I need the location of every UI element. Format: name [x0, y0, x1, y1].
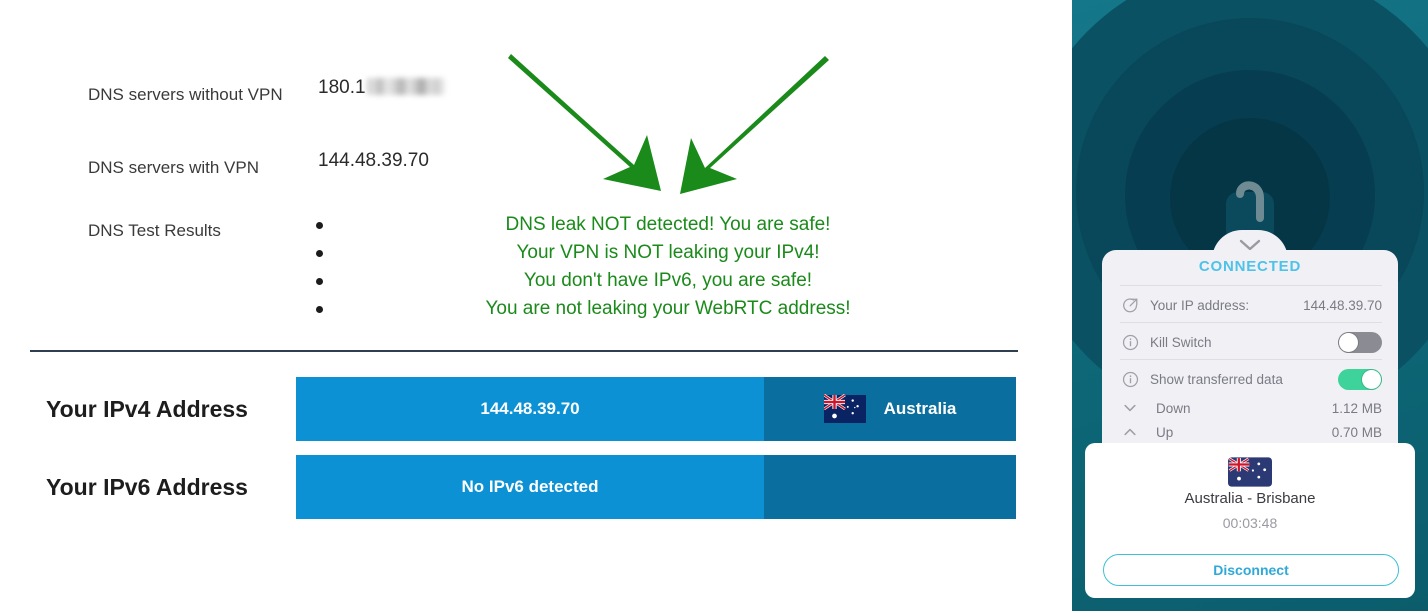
ipv6-address-bar: No IPv6 detected [296, 455, 1016, 519]
external-link-icon [1120, 295, 1140, 315]
server-location-label: Australia - Brisbane [1184, 490, 1316, 507]
card-separator [1120, 285, 1382, 286]
result-line-dns-leak: DNS leak NOT detected! You are safe! [505, 214, 831, 235]
ipv4-address-bar: 144.48.39.70 Australia [296, 377, 1016, 441]
disconnect-button[interactable]: Disconnect [1103, 554, 1399, 586]
redacted-ip-blur [366, 78, 445, 95]
dns-leak-test-results: DNS servers without VPN DNS servers with… [0, 0, 1072, 611]
kill-switch-label: Kill Switch [1150, 334, 1212, 350]
your-ip-address-value: 144.48.39.70 [1303, 297, 1382, 313]
ipv6-country [764, 455, 1016, 519]
show-transferred-data-toggle[interactable] [1338, 368, 1382, 390]
label-your-ipv6-address: Your IPv6 Address [46, 474, 248, 500]
download-label: Down [1156, 400, 1191, 416]
kill-switch-toggle[interactable] [1338, 331, 1382, 353]
green-annotation-arrows [508, 54, 829, 194]
dns-ip-prefix: 180.1 [318, 77, 366, 98]
ipv6-value: No IPv6 detected [296, 455, 764, 519]
ipv4-country: Australia [764, 377, 1016, 441]
row-show-transferred-data[interactable]: Show transferred data [1120, 366, 1382, 392]
ipv4-value: 144.48.39.70 [296, 377, 764, 441]
australia-flag-icon [1228, 457, 1272, 487]
your-ip-address-label: Your IP address: [1150, 297, 1250, 313]
row-upload-data: Up 0.70 MB [1120, 419, 1382, 445]
section-divider [30, 350, 1018, 352]
row-kill-switch[interactable]: Kill Switch [1120, 329, 1382, 355]
label-dns-servers-with-vpn: DNS servers with VPN [88, 158, 259, 177]
connection-status-label: CONNECTED [1198, 258, 1302, 275]
value-dns-servers-with-vpn: 144.48.39.70 [318, 150, 429, 171]
label-dns-servers-without-vpn: DNS servers without VPN [88, 85, 283, 104]
result-line-ipv6: You don't have IPv6, you are safe! [523, 270, 813, 291]
row-your-ip-address: Your IP address: 144.48.39.70 [1120, 292, 1382, 318]
download-value: 1.12 MB [1331, 400, 1382, 416]
connection-timer: 00:03:48 [1222, 515, 1278, 531]
card-separator [1120, 359, 1382, 360]
result-line-ipv4: Your VPN is NOT leaking your IPv4! [516, 242, 820, 263]
australia-flag-icon [823, 394, 866, 423]
upload-label: Up [1156, 424, 1174, 440]
toggle-knob [1362, 369, 1381, 389]
ipv4-country-label: Australia [883, 399, 957, 418]
show-transferred-data-label: Show transferred data [1150, 371, 1283, 387]
card-separator [1120, 322, 1382, 323]
chevron-up-icon [1120, 422, 1140, 442]
info-icon[interactable] [1120, 332, 1140, 352]
row-download-data: Down 1.12 MB [1120, 395, 1382, 421]
upload-value: 0.70 MB [1331, 424, 1382, 440]
toggle-knob [1339, 332, 1358, 352]
result-line-webrtc: You are not leaking your WebRTC address! [485, 298, 851, 319]
label-your-ipv4-address: Your IPv4 Address [46, 396, 248, 422]
value-dns-servers-without-vpn: 180.1 [318, 76, 445, 99]
chevron-down-icon [1120, 398, 1140, 418]
info-icon[interactable] [1120, 369, 1140, 389]
